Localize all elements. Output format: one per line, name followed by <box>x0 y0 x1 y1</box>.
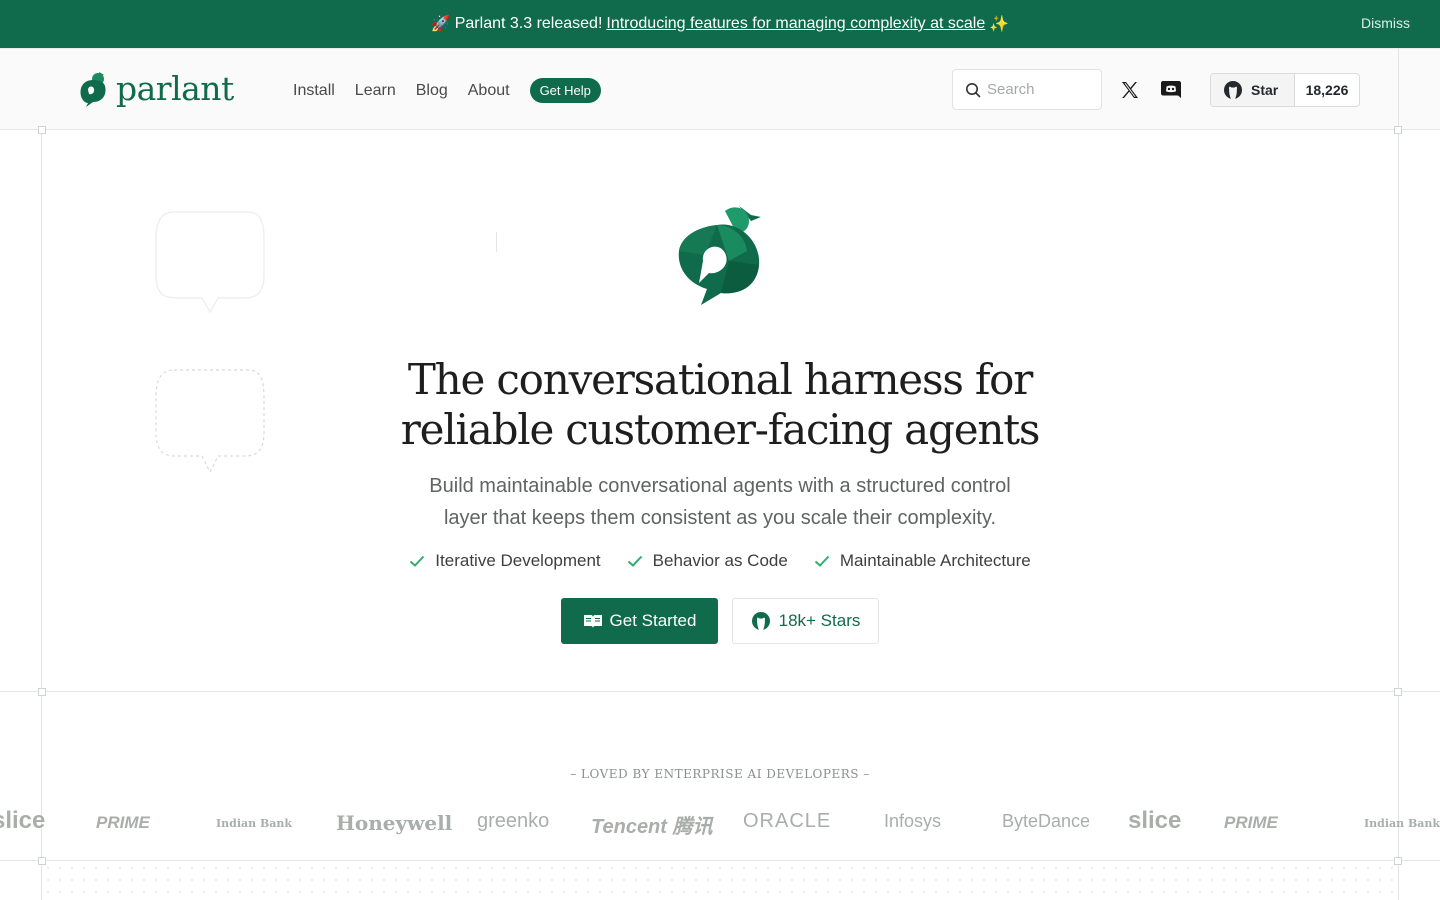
hero-title: The conversational harness for reliable … <box>380 355 1060 455</box>
company-logo: PRIME <box>1224 813 1278 832</box>
feature-item: Maintainable Architecture <box>814 551 1031 571</box>
company-logo: Infosys <box>884 811 942 831</box>
nav-install[interactable]: Install <box>293 82 335 100</box>
github-stars-button[interactable]: 18k+ Stars <box>732 598 879 644</box>
feature-label: Maintainable Architecture <box>839 551 1031 570</box>
frame-corner <box>38 126 46 134</box>
company-logo: ORACLE <box>743 810 832 832</box>
feature-label: Behavior as Code <box>652 551 788 570</box>
frame-corner <box>1394 126 1402 134</box>
parlant-logo-icon <box>80 71 106 107</box>
company-logo: greenko <box>477 810 550 832</box>
feature-label: Iterative Development <box>435 551 601 570</box>
site-header: parlant Install Learn Blog About Get Hel… <box>0 48 1440 130</box>
search-icon <box>966 82 981 97</box>
hero-title-line: reliable customer-facing agents <box>400 405 1041 454</box>
github-icon <box>1224 81 1242 99</box>
speech-bubble-dashed-decoration <box>155 369 265 474</box>
check-icon <box>814 555 830 567</box>
github-stars-label: 18k+ Stars <box>778 611 861 630</box>
check-icon <box>627 555 642 567</box>
github-star-count: 18,226 <box>1305 82 1349 98</box>
brand-wordmark: parlant <box>116 69 234 108</box>
feature-item: Behavior as Code <box>627 551 788 571</box>
company-logo: slice <box>0 807 46 834</box>
feature-item: Iterative Development <box>409 551 601 571</box>
company-logo: Honeywell <box>336 811 453 835</box>
company-logo: slice <box>1128 807 1182 834</box>
rocket-icon: 🚀 <box>430 16 451 33</box>
sparkles-icon: ✨ <box>989 16 1010 33</box>
announcement-link[interactable]: Introducing features for managing comple… <box>606 15 985 33</box>
feature-list: Iterative Development Behavior as Code M… <box>0 551 1440 571</box>
loved-by-heading: – LOVED BY ENTERPRISE AI DEVELOPERS – <box>570 767 870 781</box>
github-star-label-box[interactable]: Star <box>1211 74 1295 106</box>
hero-title-line: The conversational harness for <box>407 355 1033 404</box>
company-logo: PRIME <box>96 813 150 832</box>
search-input[interactable] <box>987 81 1087 98</box>
company-logo: Indian Bank <box>216 817 293 830</box>
main-nav: Install Learn Blog About Get Help <box>293 78 601 103</box>
hero-subtitle-line: layer that keeps them consistent as you … <box>443 507 997 529</box>
brand-logo[interactable]: parlant <box>79 69 234 108</box>
get-started-label: Get Started <box>609 611 697 630</box>
github-icon <box>751 612 770 630</box>
nav-about[interactable]: About <box>468 82 510 100</box>
frame-line-logos-bottom <box>0 860 1440 861</box>
discord-icon[interactable] <box>1160 79 1182 99</box>
check-icon <box>410 555 425 567</box>
company-logo: Indian Bank <box>1364 817 1440 830</box>
nav-blog[interactable]: Blog <box>416 82 448 100</box>
frame-line-hero-bottom <box>0 691 1440 692</box>
frame-corner <box>38 688 46 696</box>
github-star-button[interactable]: Star 18,226 <box>1210 73 1360 107</box>
x-twitter-icon[interactable] <box>1120 80 1140 100</box>
announcement-text: Parlant 3.3 released! <box>454 15 603 32</box>
hero-subtitle-line: Build maintainable conversational agents… <box>429 475 1011 497</box>
announcement-bar: 🚀 Parlant 3.3 released! Introducing feat… <box>0 0 1440 48</box>
frame-corner <box>1394 688 1402 696</box>
frame-line-left <box>41 130 42 900</box>
search-box[interactable] <box>952 69 1102 110</box>
get-help-button[interactable]: Get Help <box>529 78 601 103</box>
nav-learn[interactable]: Learn <box>355 82 396 100</box>
cursor-line-decoration <box>496 232 497 252</box>
book-open-icon <box>583 615 602 628</box>
dot-grid-decoration <box>42 862 1398 900</box>
github-star-label: Star <box>1251 82 1279 98</box>
parlant-hero-logo-icon <box>678 206 761 305</box>
get-started-button[interactable]: Get Started <box>561 598 718 644</box>
company-logo: ByteDance <box>1002 811 1091 831</box>
dismiss-button[interactable]: Dismiss <box>1361 15 1410 31</box>
company-logo-strip: slice PRIME Indian Bank Honeywell greenk… <box>0 804 1440 844</box>
speech-bubble-decoration <box>155 211 265 314</box>
hero-subtitle: Build maintainable conversational agents… <box>400 470 1040 534</box>
company-logo: Tencent 腾讯 <box>591 816 713 838</box>
